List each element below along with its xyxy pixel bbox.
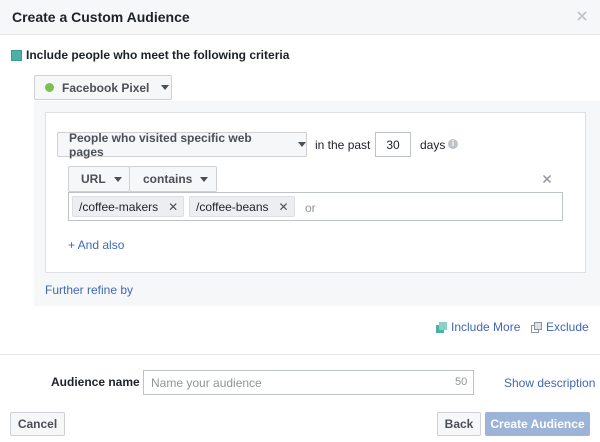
chevron-down-icon [298, 142, 306, 147]
remove-rule-icon[interactable] [542, 174, 552, 184]
dialog-title: Create a Custom Audience [12, 9, 190, 25]
chevron-down-icon [200, 176, 209, 182]
pixel-status-dot [45, 83, 54, 92]
audience-type-dropdown[interactable]: People who visited specific web pages [57, 130, 307, 159]
retention-days-input[interactable]: 30 [375, 132, 411, 157]
dialog-header: Create a Custom Audience [0, 0, 600, 35]
chevron-down-icon [161, 85, 170, 90]
url-field-label: URL [81, 172, 106, 186]
cancel-button[interactable]: Cancel [10, 412, 65, 436]
include-icon [436, 321, 447, 333]
criteria-color-swatch [11, 49, 22, 61]
url-field-dropdown[interactable]: URL [68, 166, 130, 192]
further-refine-link[interactable]: Further refine by [45, 283, 133, 297]
char-limit-counter: 50 [455, 376, 468, 388]
exclude-icon [531, 321, 542, 333]
pixel-source-label: Facebook Pixel [62, 80, 150, 95]
criteria-heading: Include people who meet the following cr… [11, 48, 289, 62]
exclude-label: Exclude [546, 320, 589, 334]
operator-label: contains [143, 172, 193, 186]
url-token-label: /coffee-beans [196, 199, 269, 214]
url-token-label: /coffee-makers [79, 199, 159, 214]
include-more-label: Include More [451, 320, 521, 334]
exclude-link[interactable]: Exclude [531, 320, 589, 334]
url-token: /coffee-makers ✕ [72, 196, 184, 217]
info-icon[interactable]: i [448, 139, 458, 149]
or-placeholder[interactable]: or [305, 201, 316, 215]
pixel-source-dropdown[interactable]: Facebook Pixel [34, 75, 172, 100]
close-icon[interactable] [575, 9, 589, 23]
remove-token-icon[interactable]: ✕ [279, 200, 289, 214]
url-token-input[interactable]: /coffee-makers ✕ /coffee-beans ✕ or [68, 192, 563, 221]
operator-dropdown[interactable]: contains [129, 166, 217, 192]
create-audience-button[interactable]: Create Audience [485, 412, 590, 436]
audience-name-label: Audience name [51, 375, 140, 389]
remove-token-icon[interactable]: ✕ [168, 200, 178, 214]
and-also-link[interactable]: + And also [68, 238, 124, 252]
divider [0, 354, 600, 355]
url-token: /coffee-beans ✕ [189, 196, 295, 217]
audience-type-label: People who visited specific web pages [69, 130, 252, 159]
days-label: days [420, 138, 446, 152]
criteria-label: Include people who meet the following cr… [26, 48, 290, 62]
in-the-past-label: in the past [315, 138, 371, 152]
show-description-link[interactable]: Show description [504, 376, 595, 390]
chevron-down-icon [113, 176, 122, 182]
audience-name-input[interactable] [143, 370, 474, 395]
back-button[interactable]: Back [437, 412, 481, 436]
include-more-link[interactable]: Include More [436, 320, 520, 334]
